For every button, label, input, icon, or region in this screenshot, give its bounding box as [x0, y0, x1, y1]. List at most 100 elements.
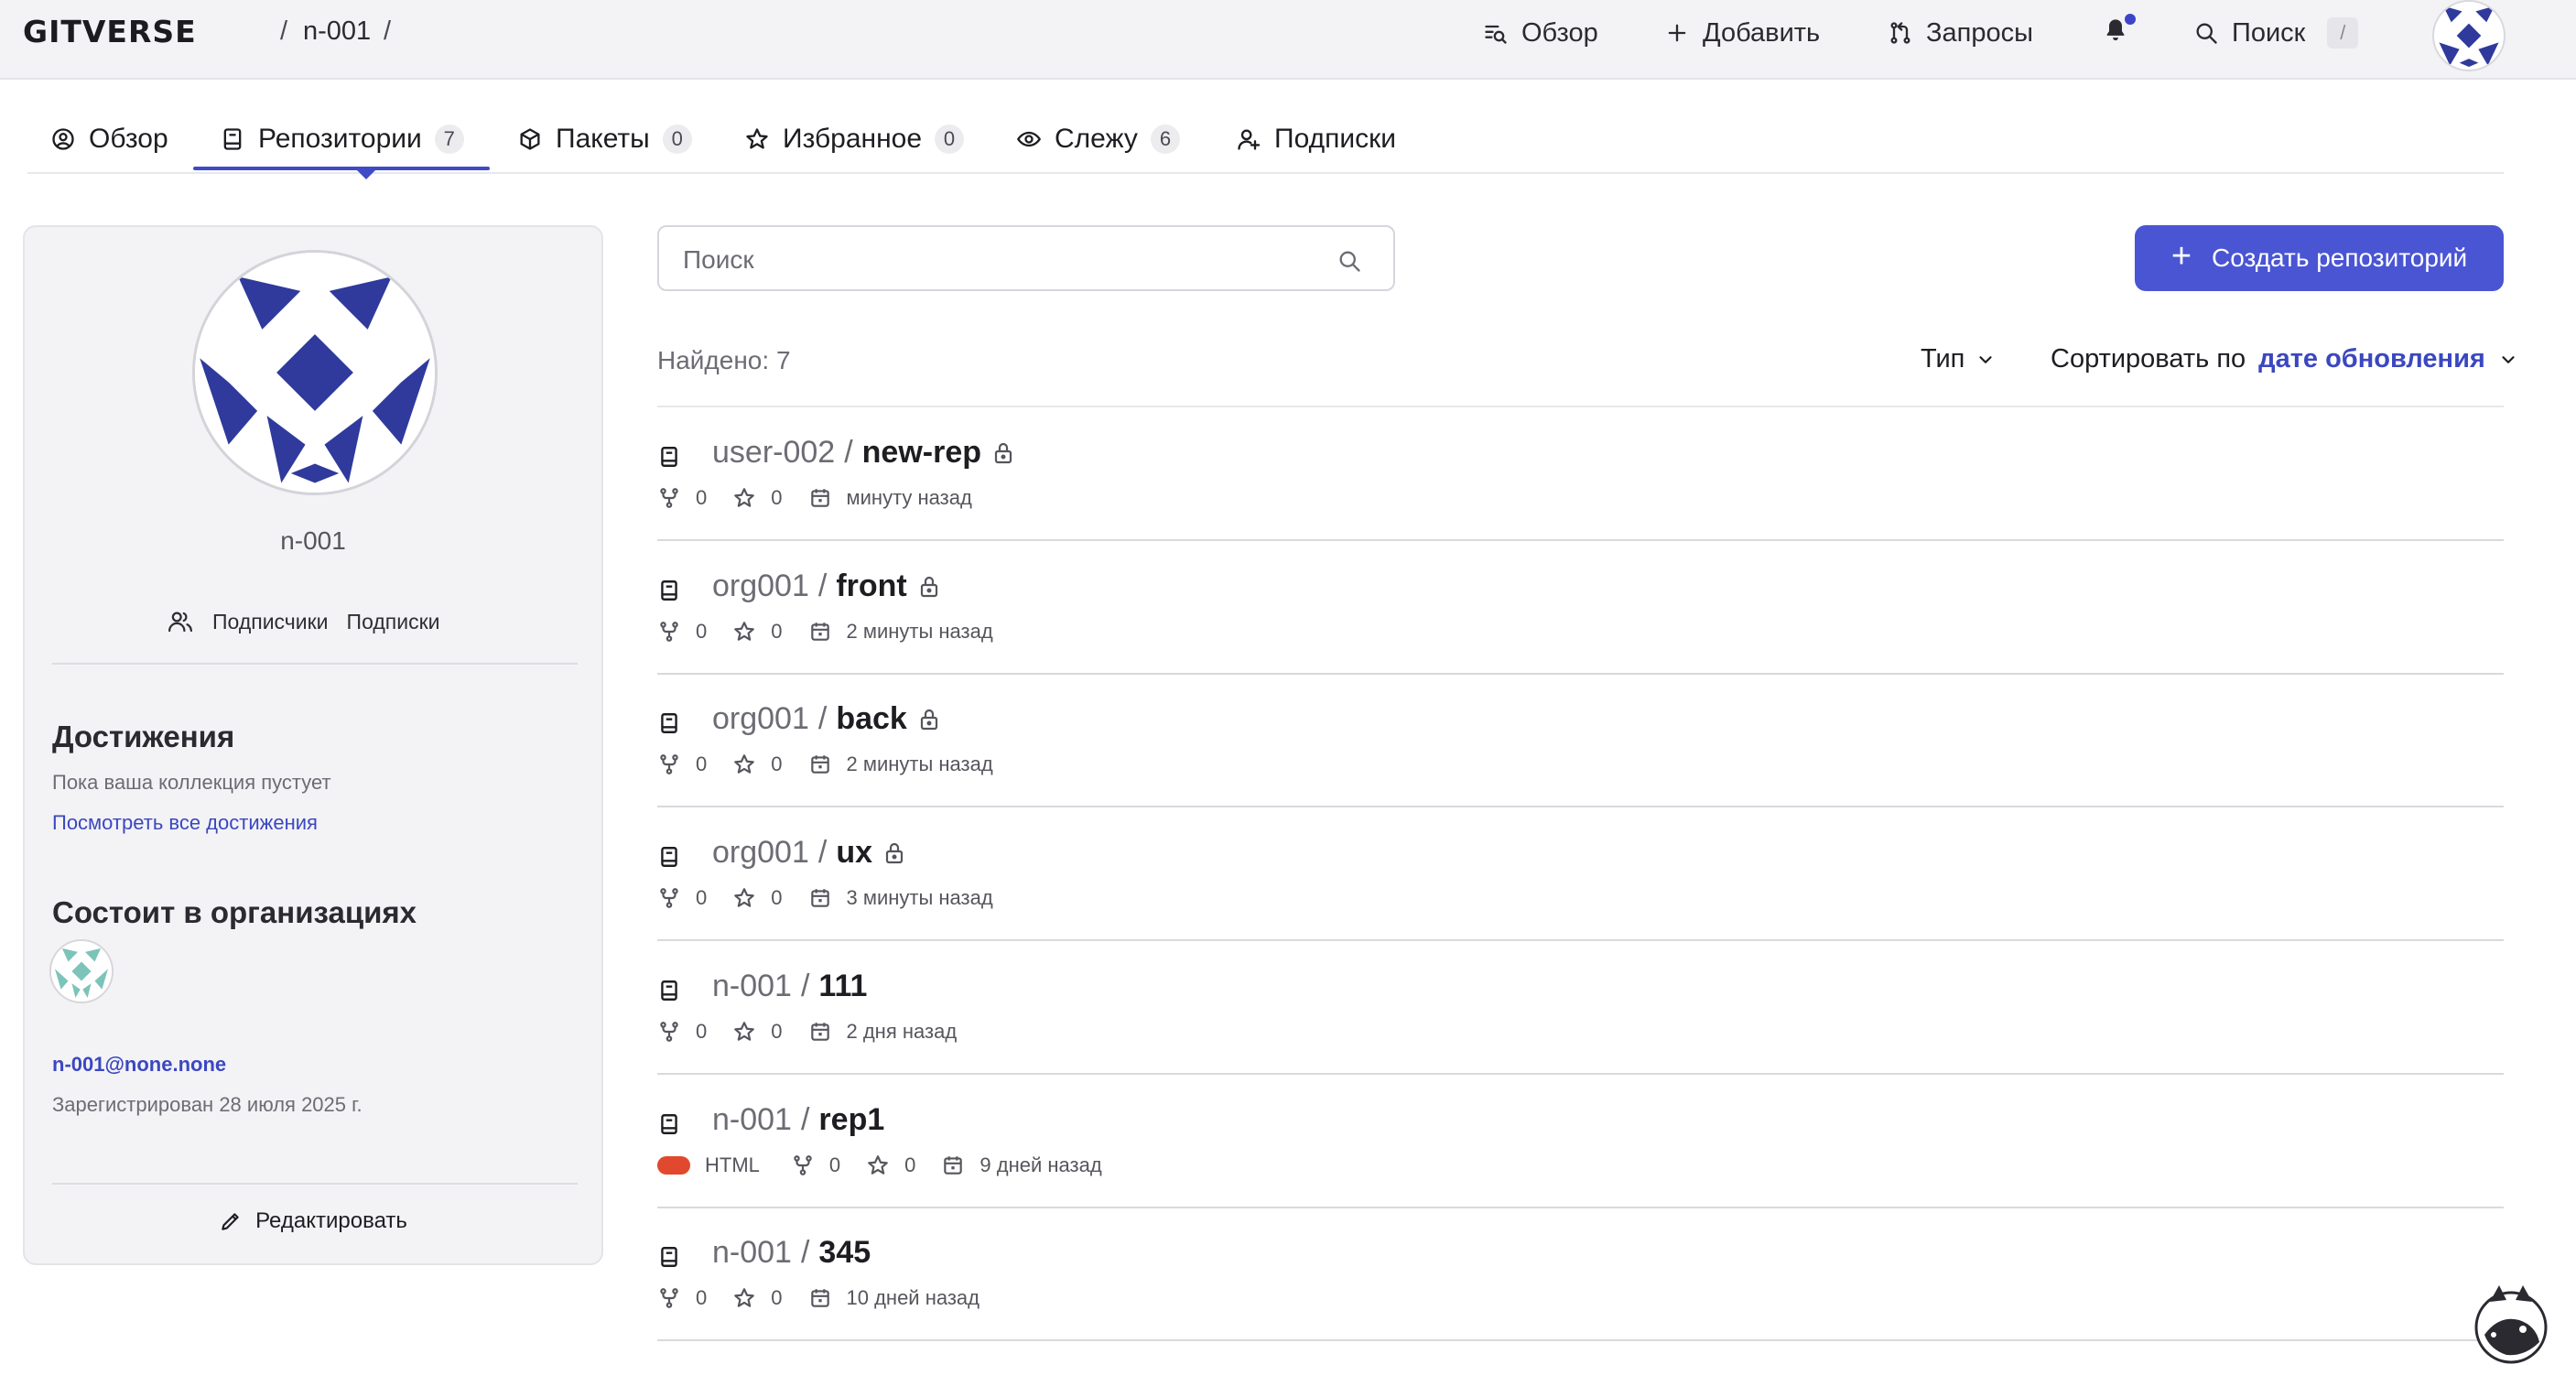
repo-owner-link[interactable]: org001: [712, 569, 809, 604]
search-shortcut-key: /: [2327, 17, 2359, 49]
chevron-down-icon: [2498, 350, 2518, 370]
repo-updated-time: 2 минуты назад: [846, 620, 993, 643]
repo-owner-link[interactable]: org001: [712, 835, 809, 871]
package-icon: [517, 126, 543, 152]
repo-row: n-001/rep1 HTML 0 0 9 дней назад: [657, 1075, 2504, 1208]
repo-name-link[interactable]: rep1: [818, 1102, 884, 1138]
fork-icon: [657, 620, 681, 644]
tab-repositories-label: Репозитории: [258, 124, 422, 154]
repo-row: org001/front 0 0 2 минуты назад: [657, 541, 2504, 675]
repo-book-icon: [657, 711, 681, 735]
calendar-icon: [941, 1153, 965, 1177]
nav-requests-link[interactable]: Запросы: [1888, 15, 2033, 51]
star-icon: [866, 1153, 890, 1177]
profile-email[interactable]: n-001@none.none: [52, 1053, 226, 1077]
repo-stars-count: 0: [771, 1286, 783, 1309]
followers-link[interactable]: Подписчики: [212, 610, 329, 634]
user-circle-icon: [50, 126, 76, 152]
repo-updated-time: 2 дня назад: [846, 1020, 958, 1043]
repo-search-input[interactable]: [683, 244, 1305, 276]
repo-owner-link[interactable]: org001: [712, 701, 809, 737]
repo-owner-link[interactable]: user-002: [712, 435, 835, 471]
repo-title: user-002 / new-rep: [712, 435, 1014, 471]
repo-forks-count: 0: [696, 886, 708, 909]
repo-name-link[interactable]: new-rep: [862, 435, 981, 471]
gitverse-logo[interactable]: GITVERSE: [23, 14, 197, 49]
user-plus-icon: [1236, 126, 1261, 152]
tab-subscriptions-label: Подписки: [1274, 124, 1396, 154]
repo-title: org001/ux: [712, 835, 905, 871]
star-icon: [732, 486, 756, 510]
repo-row: org001/back 0 0 2 минуты назад: [657, 674, 2504, 807]
repo-stars-count: 0: [771, 753, 783, 775]
repo-owner-link[interactable]: n-001: [712, 1235, 792, 1271]
repo-language: HTML: [705, 1153, 760, 1176]
pencil-icon: [219, 1209, 243, 1233]
breadcrumb-user[interactable]: n-001: [303, 16, 371, 47]
repo-name-link[interactable]: front: [836, 569, 906, 604]
fork-icon: [657, 486, 681, 510]
nav-overview-link[interactable]: Обзор: [1483, 15, 1598, 51]
type-filter-dropdown[interactable]: Тип: [1921, 344, 1996, 374]
nav-search-button[interactable]: Поиск /: [2193, 15, 2359, 51]
create-repository-label: Создать репозиторий: [2212, 244, 2468, 272]
tab-watching[interactable]: Слежу 6: [1016, 121, 1180, 157]
fork-icon: [791, 1153, 815, 1177]
repo-stars-count: 0: [771, 486, 783, 509]
plus-icon: +: [2170, 237, 2192, 276]
nav-add-button[interactable]: Добавить: [1664, 15, 1820, 51]
repo-name-link[interactable]: back: [836, 701, 907, 737]
tab-overview[interactable]: Обзор: [50, 121, 168, 157]
assistant-mascot-icon[interactable]: [2472, 1282, 2550, 1366]
sort-label: Сортировать по: [2051, 344, 2246, 374]
repo-forks-count: 0: [696, 753, 708, 775]
repo-stars-count: 0: [771, 886, 783, 909]
repo-search-field[interactable]: [657, 225, 1395, 291]
edit-profile-button[interactable]: Редактировать: [25, 1208, 601, 1234]
organization-avatar[interactable]: [49, 939, 114, 1003]
repo-title-separator: /: [817, 835, 828, 870]
user-avatar[interactable]: [2432, 0, 2506, 71]
repo-row: n-001/345 0 0 10 дней назад: [657, 1207, 2504, 1341]
lock-icon: [992, 441, 1014, 465]
following-link[interactable]: Подписки: [347, 610, 440, 634]
repo-title: n-001/rep1: [712, 1102, 884, 1138]
repo-owner-link[interactable]: n-001: [712, 1102, 792, 1138]
star-icon: [732, 620, 756, 644]
calendar-icon: [808, 1020, 832, 1044]
sort-dropdown[interactable]: Сортировать по дате обновления: [2051, 344, 2518, 374]
repo-name-link[interactable]: 111: [818, 969, 867, 1004]
tab-favorites[interactable]: Избранное 0: [744, 121, 965, 157]
star-icon: [732, 1020, 756, 1044]
repo-name-link[interactable]: 345: [818, 1235, 871, 1271]
repo-title-separator: /: [844, 435, 853, 470]
follow-stats: Подписчики Подписки: [167, 608, 439, 635]
type-filter-label: Тип: [1921, 344, 1965, 374]
profile-sidebar: n-001 Подписчики Подписки Достижения Пок…: [23, 225, 603, 1265]
repo-title-separator: /: [800, 1102, 810, 1137]
repo-updated-time: 3 минуты назад: [846, 886, 993, 909]
repo-forks-count: 0: [828, 1153, 841, 1176]
all-achievements-link[interactable]: Посмотреть все достижения: [52, 811, 318, 835]
create-repository-button[interactable]: + Создать репозиторий: [2135, 225, 2504, 291]
tab-subscriptions[interactable]: Подписки: [1236, 121, 1396, 157]
tab-overview-label: Обзор: [89, 124, 168, 154]
tab-packages[interactable]: Пакеты 0: [517, 121, 692, 157]
repo-meta: 0 0 3 минуты назад: [657, 886, 993, 910]
tab-repositories-count: 7: [434, 125, 464, 154]
active-tab-caret: [357, 170, 375, 179]
top-bar: GITVERSE / n-001 / Обзор Добавить Запрос…: [0, 0, 2576, 80]
repo-owner-link[interactable]: n-001: [712, 969, 792, 1004]
profile-username: n-001: [280, 526, 346, 555]
repo-name-link[interactable]: ux: [836, 835, 872, 871]
profile-avatar: [192, 250, 438, 495]
repo-book-icon: [657, 579, 681, 602]
repo-title-separator: /: [800, 1235, 810, 1270]
tab-repositories[interactable]: Репозитории 7: [220, 121, 464, 157]
lock-icon: [918, 575, 940, 599]
repo-title: org001/front: [712, 569, 940, 604]
repo-meta: 0 0 2 минуты назад: [657, 620, 993, 644]
star-icon: [732, 886, 756, 910]
star-icon: [732, 753, 756, 776]
repo-forks-count: 0: [696, 1286, 708, 1309]
